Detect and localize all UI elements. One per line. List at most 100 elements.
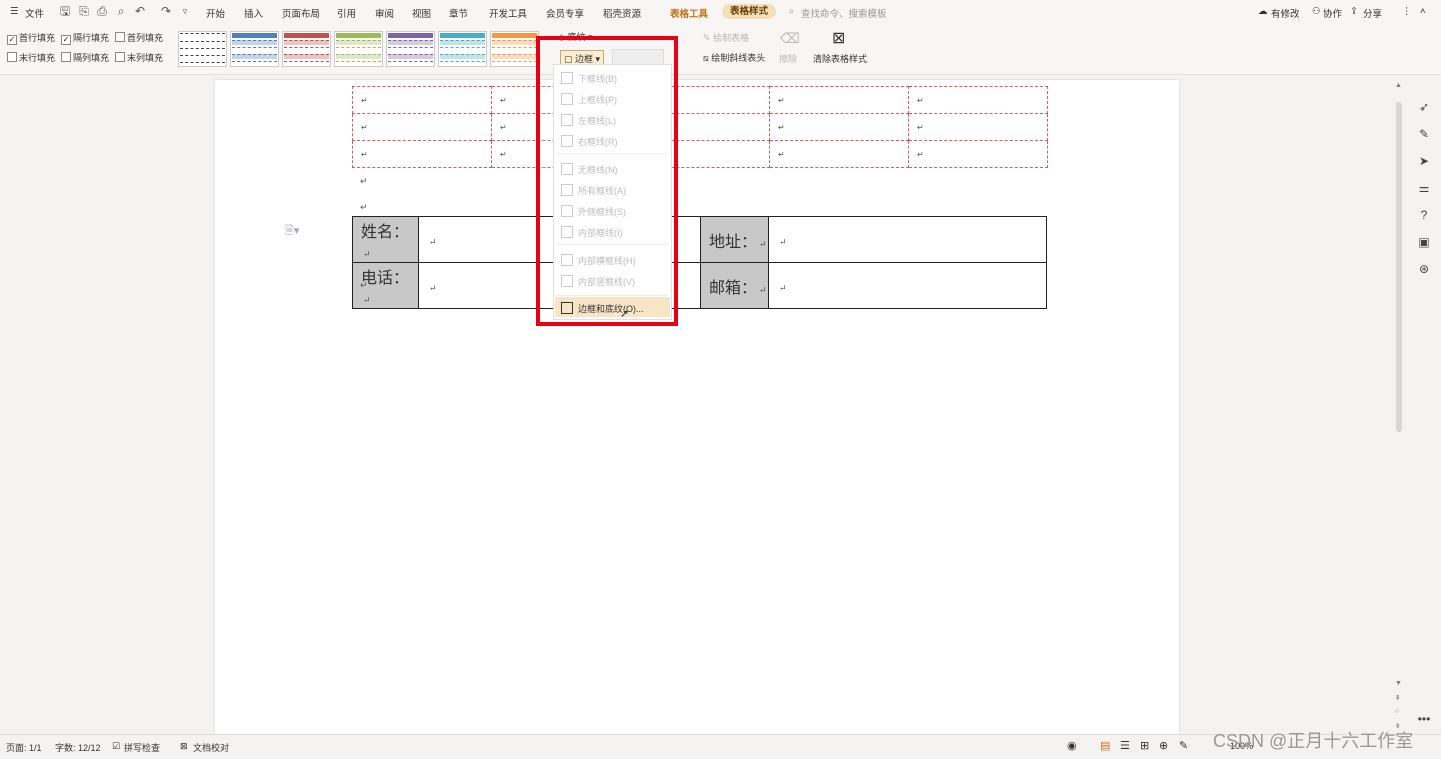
table-cell[interactable]: ↵: [769, 140, 909, 168]
table-cell[interactable]: ↵: [769, 86, 909, 114]
vertical-scrollbar[interactable]: ▲ ▼ ⇞ ○ ⇟: [1394, 80, 1404, 740]
previous-page-icon[interactable]: ⇞: [1395, 694, 1401, 702]
table-cell[interactable]: ↵: [769, 113, 909, 141]
menu-icon[interactable]: ☰: [10, 6, 19, 17]
search-icon: ⌕: [789, 6, 795, 17]
table-cell[interactable]: ↵: [352, 113, 492, 141]
table-style-swatch[interactable]: [386, 31, 435, 67]
address-value-cell[interactable]: ↵: [768, 216, 1047, 263]
doc-proof-button[interactable]: 文档校对: [193, 741, 229, 754]
cursor-icon[interactable]: ➤: [1417, 154, 1431, 168]
option-label: 首行填充: [19, 33, 56, 43]
option-banded-columns[interactable]: 隔列填充: [61, 51, 109, 64]
scroll-down-icon[interactable]: ▼: [1395, 680, 1402, 687]
location-icon[interactable]: ⊛: [1417, 262, 1431, 276]
option-last-column[interactable]: 末列填充: [115, 51, 163, 64]
swatch-row: [284, 61, 329, 66]
more-icon[interactable]: ⋮: [1402, 6, 1412, 17]
search-input[interactable]: 查找命令、搜索模板: [801, 6, 887, 20]
write-view-icon[interactable]: ✎: [1179, 739, 1188, 752]
swatch-row: [440, 61, 485, 66]
option-last-row[interactable]: 末行填充: [7, 51, 55, 64]
image-icon[interactable]: ▣: [1417, 235, 1431, 249]
option-first-column[interactable]: 首列填充: [115, 31, 163, 44]
paragraph-mark: ↵: [363, 250, 371, 260]
tab-insert[interactable]: 插入: [244, 6, 263, 20]
paragraph-mark: ↵: [759, 285, 767, 296]
option-banded-rows[interactable]: ✓ 隔行填充: [61, 31, 109, 45]
table-style-swatch[interactable]: [334, 31, 383, 67]
collapse-ribbon-icon[interactable]: ˄: [1420, 6, 1426, 17]
tab-review[interactable]: 审阅: [375, 6, 394, 20]
scrollbar-thumb[interactable]: [1396, 102, 1402, 432]
annotation-highlight-box: [536, 36, 678, 326]
swatch-row: [492, 40, 537, 45]
tab-docer[interactable]: 稻壳资源: [603, 6, 641, 20]
checkbox-icon: [7, 52, 17, 62]
watermark: CSDN @正月十六工作室: [1213, 731, 1414, 751]
tab-table-tools[interactable]: 表格工具: [670, 6, 708, 20]
table-style-swatch[interactable]: [230, 31, 279, 67]
clear-table-style-button[interactable]: 清除表格样式: [813, 52, 867, 65]
name-label-cell[interactable]: 姓名： ↵: [352, 216, 419, 263]
table-cell[interactable]: ↵: [352, 86, 492, 114]
email-label-cell[interactable]: 邮箱： ↵: [700, 262, 769, 309]
option-label: 首列填充: [127, 33, 164, 43]
word-count[interactable]: 字数: 12/12: [55, 741, 101, 754]
tab-table-style[interactable]: 表格样式: [722, 4, 777, 19]
help-icon[interactable]: ?: [1417, 208, 1431, 222]
draw-diagonal-button[interactable]: ⧅ 绘制斜线表头: [703, 51, 765, 64]
tab-start[interactable]: 开始: [206, 6, 225, 20]
page-count[interactable]: 页面: 1/1: [6, 741, 42, 754]
table-style-swatch[interactable]: [438, 31, 487, 67]
table-cell[interactable]: ↵: [908, 113, 1048, 141]
has-changes-button[interactable]: 有修改: [1271, 6, 1300, 20]
print-preview-icon[interactable]: ⌕: [114, 4, 128, 18]
scroll-up-icon[interactable]: ▲: [1395, 82, 1402, 89]
table-style-swatch[interactable]: [282, 31, 331, 67]
sliders-icon[interactable]: ⚌: [1417, 181, 1431, 195]
export-pdf-icon[interactable]: ⎘: [77, 4, 91, 18]
table-cell[interactable]: ↵: [352, 140, 492, 168]
redo-icon[interactable]: ↷: [159, 4, 173, 18]
page-view-icon[interactable]: ▤: [1100, 739, 1110, 752]
eye-protection-icon[interactable]: ◉: [1067, 739, 1077, 752]
tab-page-layout[interactable]: 页面布局: [282, 6, 320, 20]
swatch-row: [336, 61, 381, 66]
swatch-row: [232, 61, 277, 66]
table-cell[interactable]: ↵: [908, 140, 1048, 168]
table-cell[interactable]: ↵: [908, 86, 1048, 114]
tab-member[interactable]: 会员专享: [546, 6, 584, 20]
option-header-row[interactable]: ✓ 首行填充: [7, 31, 55, 45]
spell-check-button[interactable]: 拼写检查: [124, 741, 160, 754]
select-browse-icon[interactable]: ○: [1395, 708, 1399, 715]
tab-references[interactable]: 引用: [337, 6, 356, 20]
swatch-row: [388, 40, 433, 45]
option-label: 隔行填充: [73, 33, 110, 43]
erase-button[interactable]: 擦除: [779, 52, 797, 65]
share-button[interactable]: 分享: [1363, 6, 1382, 20]
outline-view-icon[interactable]: ☰: [1120, 739, 1130, 752]
print-icon[interactable]: ⎙: [95, 4, 109, 18]
email-value-cell[interactable]: ↵: [768, 262, 1047, 309]
collab-button[interactable]: 协作: [1323, 6, 1342, 20]
table-style-swatch[interactable]: [490, 31, 539, 67]
quick-access-dropdown-icon[interactable]: ▿: [178, 4, 192, 18]
swatch-row: [180, 48, 225, 53]
draw-table-button[interactable]: ✎ 绘制表格: [703, 31, 749, 44]
address-label-cell[interactable]: 地址： ↵: [700, 216, 769, 263]
save-icon[interactable]: 🖫: [58, 4, 72, 18]
web-view-icon[interactable]: ⊕: [1159, 739, 1168, 752]
undo-icon[interactable]: ↶: [133, 4, 147, 18]
more-options-icon[interactable]: •••: [1417, 712, 1431, 726]
tab-developer[interactable]: 开发工具: [489, 6, 527, 20]
tab-view[interactable]: 视图: [412, 6, 431, 20]
pen-icon[interactable]: ✎: [1417, 127, 1431, 141]
tab-chapter[interactable]: 章节: [449, 6, 468, 20]
table-style-swatch[interactable]: [178, 31, 227, 67]
draw-table-label: 绘制表格: [713, 33, 750, 43]
document-anchor-icon[interactable]: 🗎▾: [285, 222, 299, 241]
rocket-icon[interactable]: ➶: [1417, 100, 1431, 114]
file-menu[interactable]: 文件: [25, 6, 44, 20]
reading-view-icon[interactable]: ⊞: [1140, 739, 1149, 752]
